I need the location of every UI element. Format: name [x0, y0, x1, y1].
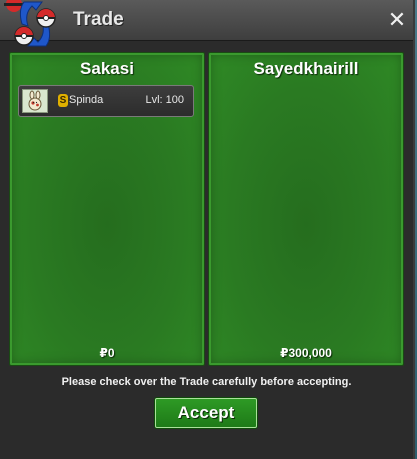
trainer-name-right: Sayedkhairill: [253, 59, 359, 78]
trade-panel-left: Sakasi S Spinda Lvl: 100 ₽0: [9, 52, 205, 366]
pokemon-level: Lvl: 100: [145, 94, 184, 106]
trade-panel-right: Sayedkhairill ₽300,000: [208, 52, 404, 366]
trade-item-row[interactable]: S Spinda Lvl: 100: [18, 85, 194, 117]
close-icon[interactable]: ✕: [387, 9, 407, 31]
window-title: Trade: [73, 9, 124, 30]
money-offer-left: ₽0: [99, 346, 115, 360]
trainer-name-left: Sakasi: [80, 59, 134, 78]
accept-button[interactable]: Accept: [155, 398, 257, 428]
spinda-sprite-icon: [22, 89, 48, 113]
trade-logo-icon: [4, 0, 56, 47]
trade-notice: Please check over the Trade carefully be…: [61, 376, 352, 388]
pokemon-name: Spinda: [69, 94, 104, 106]
shiny-badge-icon: S: [58, 94, 68, 107]
trade-window: Trade ✕ Sakasi S Spinda Lvl: 100 ₽0 Saye…: [0, 0, 415, 459]
money-offer-right: ₽300,000: [280, 346, 332, 360]
